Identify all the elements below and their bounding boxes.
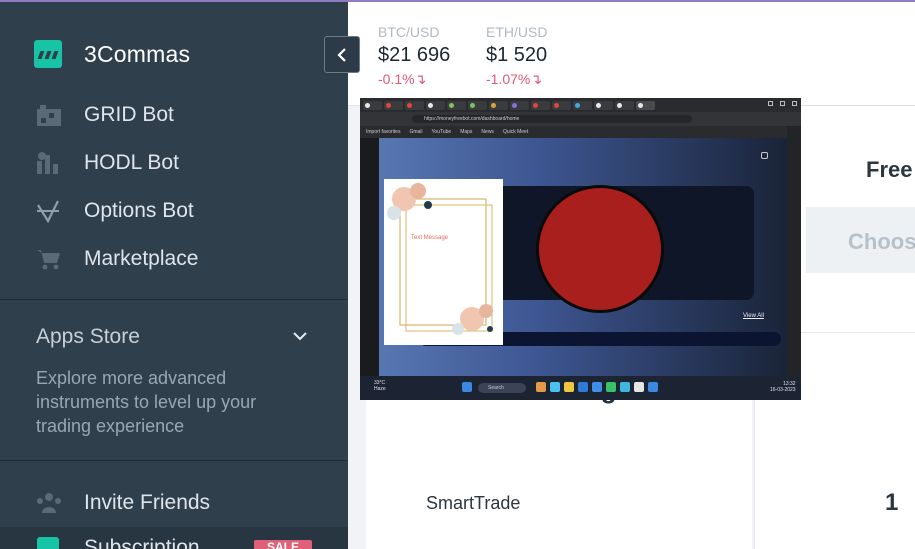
taskbar-app-icon [648, 382, 658, 392]
bookmarks-bar: Import favorites Gmail YouTube Maps News… [360, 126, 801, 138]
sidebar-item-label: Subscription [84, 536, 200, 549]
top-accent-line [0, 0, 915, 2]
windows-start-icon [462, 382, 472, 392]
browser-tab [447, 100, 466, 110]
brand[interactable]: 3Commas [34, 40, 190, 68]
ticker-price: $21 696 [378, 44, 451, 66]
browser-tab [489, 100, 508, 110]
arrow-down-icon: ↴ [414, 71, 427, 87]
grid-bot-icon [37, 105, 61, 126]
sidebar-item-label: Options Bot [84, 199, 194, 222]
taskbar-app-icon [550, 382, 560, 392]
taskbar-app-icon [606, 382, 616, 392]
sidebar-item-marketplace[interactable]: Marketplace [0, 237, 348, 281]
browser-tab [594, 100, 613, 110]
page-logo-icon [761, 152, 768, 159]
browser-tab [405, 100, 424, 110]
ticker-change: -1.07%↴ [486, 71, 543, 87]
browser-tab [552, 100, 571, 110]
floral-card: Text Message [384, 179, 503, 345]
options-bot-icon [37, 200, 59, 223]
subscription-icon [37, 537, 59, 549]
sidebar-divider [0, 299, 348, 300]
sidebar: 3Commas GRID Bot HODL Bot Options Bot Ma… [0, 0, 348, 549]
choose-plan-button[interactable]: Choos [806, 207, 915, 273]
plan-free-label: Free [866, 157, 913, 182]
users-icon [37, 493, 61, 513]
arrow-down-icon: ↴ [530, 71, 543, 87]
taskbar-search: Search [478, 383, 526, 393]
browser-tab [573, 100, 592, 110]
browser-tab-strip [360, 98, 801, 112]
taskbar-folder-icon [564, 382, 574, 392]
sidebar-item-options-bot[interactable]: Options Bot [0, 189, 348, 233]
page-sidebar-rail [360, 138, 379, 376]
taskbar-edge-icon [620, 382, 630, 392]
browser-tab [384, 100, 403, 110]
card-text: Text Message [411, 235, 449, 241]
cart-icon [37, 250, 60, 270]
ticker-bar: BTC/USD $21 696 -0.1%↴ ETH/USD $1 520 -1… [348, 2, 915, 106]
taskbar-clock: 13:32 16-03-2023 [770, 381, 796, 393]
browser-tab [426, 100, 445, 110]
smarttrade-label: SmartTrade [426, 493, 521, 513]
ticker-pair: ETH/USD [486, 24, 548, 40]
view-all-link: View All [743, 313, 764, 319]
browser-url: https://moneyfreebot.com/dashboard/home [412, 115, 692, 123]
taskbar-vscode-icon [592, 382, 602, 392]
apps-store-title[interactable]: Apps Store [36, 325, 140, 349]
chevron-left-icon [337, 47, 346, 62]
sidebar-item-label: Marketplace [84, 247, 199, 270]
sidebar-item-hodl-bot[interactable]: HODL Bot [0, 141, 348, 185]
brand-logo-icon [34, 40, 62, 68]
smarttrade-count: 1 [885, 489, 899, 516]
weather-widget: 33°C Haze [374, 380, 386, 392]
sidebar-item-grid-bot[interactable]: GRID Bot [0, 93, 348, 137]
hodl-bot-icon [37, 152, 58, 174]
taskbar-chrome-icon [634, 382, 644, 392]
sidebar-item-label: Invite Friends [84, 491, 211, 514]
sidebar-item-invite-friends[interactable]: Invite Friends [0, 481, 348, 525]
taskbar-app-icon [578, 382, 588, 392]
browser-tab [363, 100, 382, 110]
browser-side-rail [787, 126, 801, 376]
sidebar-item-label: GRID Bot [84, 103, 174, 126]
floral-frame-icon [387, 183, 493, 335]
apps-store-description: Explore more advanced instruments to lev… [36, 368, 257, 436]
embedded-screenshot: https://moneyfreebot.com/dashboard/home … [360, 98, 801, 400]
ticker-price: $1 520 [486, 44, 548, 66]
ticker-change: -0.1%↴ [378, 71, 427, 87]
collapse-sidebar-button[interactable] [324, 36, 360, 73]
browser-tab [510, 100, 529, 110]
taskbar-app-icon [536, 382, 546, 392]
window-controls [768, 101, 797, 106]
browser-tab [531, 100, 550, 110]
embedded-page: View All Text Message [379, 138, 787, 376]
browser-tab [468, 100, 487, 110]
sidebar-divider [0, 460, 348, 461]
brand-name: 3Commas [84, 40, 191, 67]
sidebar-item-label: HODL Bot [84, 151, 179, 174]
browser-tab-active [636, 100, 655, 110]
red-circle [536, 185, 664, 313]
ticker-btc[interactable]: BTC/USD $21 696 -0.1%↴ [378, 24, 450, 88]
sale-badge: SALE [254, 540, 312, 549]
chevron-down-icon[interactable] [292, 328, 308, 344]
ticker-eth[interactable]: ETH/USD $1 520 -1.07%↴ [486, 24, 547, 88]
browser-tab [615, 100, 634, 110]
ticker-pair: BTC/USD [378, 24, 440, 40]
